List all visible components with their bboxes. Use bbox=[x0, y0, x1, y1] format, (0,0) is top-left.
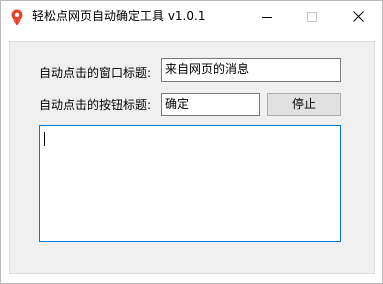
client-area: 自动点击的窗口标题: 来自网页的消息 自动点击的按钮标题: 确定 停止 bbox=[9, 41, 375, 274]
log-textarea[interactable] bbox=[39, 125, 341, 242]
maximize-button bbox=[289, 1, 334, 32]
button-title-label: 自动点击的按钮标题: bbox=[39, 98, 152, 112]
stop-button[interactable]: 停止 bbox=[267, 93, 341, 116]
app-window: 轻松点网页自动确定工具 v1.0.1 自动点击的窗口标题: 来自网页的消息 自动… bbox=[0, 0, 383, 284]
button-title-input[interactable]: 确定 bbox=[161, 93, 260, 116]
maximize-icon bbox=[306, 11, 317, 22]
app-logo-icon bbox=[11, 9, 23, 25]
window-title: 轻松点网页自动确定工具 v1.0.1 bbox=[32, 9, 206, 23]
minimize-button[interactable] bbox=[244, 1, 289, 32]
text-caret bbox=[44, 132, 45, 146]
title-bar[interactable]: 轻松点网页自动确定工具 v1.0.1 bbox=[1, 1, 382, 32]
close-button[interactable] bbox=[336, 1, 381, 32]
minimize-icon bbox=[261, 16, 272, 18]
window-title-input[interactable]: 来自网页的消息 bbox=[161, 58, 341, 82]
window-title-label: 自动点击的窗口标题: bbox=[39, 66, 152, 80]
close-icon bbox=[353, 11, 364, 22]
